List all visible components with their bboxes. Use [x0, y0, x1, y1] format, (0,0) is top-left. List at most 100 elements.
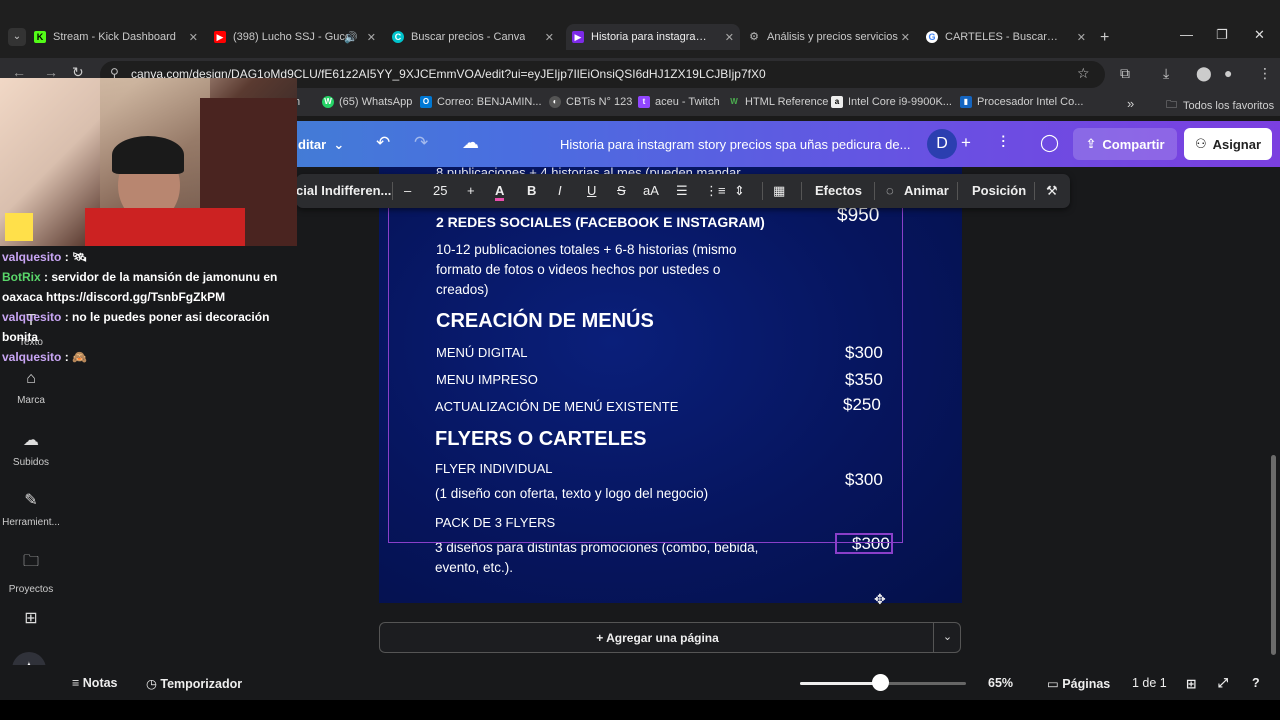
close-tab-icon[interactable]: ✕: [1077, 31, 1086, 44]
tab-canva-historia[interactable]: ▶ Historia para instagram sto ✕: [566, 24, 740, 50]
download-icon[interactable]: ⤓: [1163, 65, 1169, 82]
close-window-icon[interactable]: ✕: [1254, 27, 1265, 43]
letter-case-button[interactable]: aA: [643, 183, 659, 198]
close-tab-icon[interactable]: ✕: [725, 31, 734, 44]
bold-button[interactable]: B: [527, 183, 536, 198]
spacing-icon[interactable]: ⇕: [734, 183, 745, 199]
font-size-increase[interactable]: +: [467, 183, 475, 198]
profile-avatar-icon[interactable]: ●: [1224, 65, 1232, 81]
flyer-individual-description[interactable]: (1 diseño con oferta, texto y logo del n…: [435, 484, 775, 504]
sidebar-item-apps[interactable]: ⊞: [0, 608, 62, 628]
bookmark-html-reference[interactable]: W HTML Reference: [728, 96, 828, 108]
flyer-individual-price[interactable]: $300: [845, 470, 883, 490]
close-tab-icon[interactable]: ✕: [545, 31, 554, 44]
section-redes-title[interactable]: 2 REDES SOCIALES (FACEBOOK E INSTAGRAM): [436, 214, 765, 230]
move-handle-icon[interactable]: ✥: [874, 591, 886, 608]
position-button[interactable]: Posición: [972, 183, 1026, 198]
close-tab-icon[interactable]: ✕: [367, 31, 376, 44]
menu-kebab-icon[interactable]: ⋮: [1258, 65, 1272, 82]
bookmark-outlook[interactable]: O Correo: BENJAMIN...: [420, 96, 542, 108]
zoom-level[interactable]: 65%: [988, 676, 1013, 690]
transparency-icon[interactable]: ▦: [773, 183, 785, 199]
add-page-button[interactable]: + Agregar una página ⌄: [379, 622, 961, 653]
minimize-icon[interactable]: —: [1180, 27, 1193, 42]
person-hair: [112, 136, 184, 174]
timer-button[interactable]: ◷ Temporizador: [146, 676, 242, 691]
redes-description[interactable]: 10-12 publicaciones totales + 6-8 histor…: [436, 240, 756, 300]
fullscreen-icon[interactable]: ⤢: [1218, 676, 1228, 691]
pack-flyers-price[interactable]: $300: [852, 534, 890, 554]
tab-youtube-lucho[interactable]: ▶ (398) Lucho SSJ - Gucc 🔊 ✕: [214, 24, 382, 50]
pages-button[interactable]: ▭ Páginas: [1047, 676, 1110, 691]
flyer-individual-label[interactable]: FLYER INDIVIDUAL: [435, 461, 553, 476]
section-flyers-title[interactable]: FLYERS O CARTELES: [435, 428, 647, 451]
zoom-slider-handle[interactable]: [871, 674, 889, 691]
document-title[interactable]: Historia para instagram story precios sp…: [560, 137, 910, 152]
profile-icon[interactable]: ⬤: [1196, 65, 1212, 82]
underline-button[interactable]: U: [587, 183, 596, 198]
chevron-down-icon[interactable]: ⌄: [933, 623, 961, 652]
grid-view-icon[interactable]: ⊞: [1186, 676, 1196, 691]
menu-item[interactable]: MENU IMPRESO: [436, 372, 538, 387]
pack-flyers-description[interactable]: 3 diseños para distintas promociones (co…: [435, 538, 780, 578]
sidebar-item-marca[interactable]: ⌂ Marca: [0, 370, 62, 406]
add-collaborator-icon[interactable]: +: [961, 133, 971, 153]
font-family-dropdown[interactable]: cial Indifferen...: [296, 183, 391, 198]
font-size-decrease[interactable]: –: [404, 183, 411, 198]
avatar[interactable]: D: [927, 129, 957, 159]
menu-price[interactable]: $350: [845, 370, 883, 390]
assign-button[interactable]: ⚇ Asignar: [1184, 128, 1272, 160]
extensions-icon[interactable]: ⧉: [1120, 65, 1130, 82]
copy-style-icon[interactable]: ⚒: [1046, 183, 1058, 199]
notes-button[interactable]: ≡ Notas: [72, 676, 118, 690]
animate-icon[interactable]: ◌: [886, 183, 894, 198]
close-tab-icon[interactable]: ✕: [901, 31, 910, 44]
menu-item[interactable]: MENÚ DIGITAL: [436, 345, 528, 360]
bookmarks-overflow[interactable]: »: [1127, 96, 1134, 111]
close-tab-icon[interactable]: ✕: [189, 31, 198, 44]
bookmark-amazon-intel[interactable]: a Intel Core i9-9900K...: [831, 96, 952, 108]
share-button[interactable]: ⇪ Compartir: [1073, 128, 1177, 160]
font-size-input[interactable]: 25: [433, 183, 447, 198]
bookmark-star-icon[interactable]: ☆: [1077, 65, 1090, 82]
pack-flyers-label[interactable]: PACK DE 3 FLYERS: [435, 515, 555, 530]
restore-icon[interactable]: ❐: [1216, 27, 1228, 43]
bookmark-intel[interactable]: ▮ Procesador Intel Co...: [960, 96, 1083, 108]
undo-icon[interactable]: ↶: [376, 133, 390, 153]
tab-kick-dashboard[interactable]: K Stream - Kick Dashboard ✕: [34, 24, 204, 50]
tab-search-button[interactable]: ⌄: [8, 28, 26, 46]
tab-analisis-precios[interactable]: ⚙ Análisis y precios servicios ✕: [748, 24, 916, 50]
vertical-scrollbar[interactable]: [1271, 455, 1276, 655]
sidebar-item-proyectos[interactable]: 🗀 Proyectos: [0, 550, 62, 595]
bookmark-whatsapp[interactable]: W (65) WhatsApp: [322, 96, 412, 108]
amazon-icon: a: [831, 96, 843, 108]
comment-icon[interactable]: ◯: [1040, 133, 1059, 153]
cloud-saved-icon[interactable]: ☁: [462, 133, 479, 153]
insights-chart-icon[interactable]: ⫶: [1001, 133, 1005, 153]
menu-price[interactable]: $300: [845, 343, 883, 363]
all-favorites-folder[interactable]: 🗀 Todos los favoritos: [1166, 96, 1274, 115]
tab-canva-buscar-precios[interactable]: C Buscar precios - Canva ✕: [392, 24, 560, 50]
text-color-icon[interactable]: A: [495, 183, 505, 201]
animate-button[interactable]: Animar: [904, 183, 949, 198]
italic-button[interactable]: I: [558, 183, 562, 198]
menu-item[interactable]: ACTUALIZACIÓN DE MENÚ EXISTENTE: [435, 399, 678, 414]
audio-playing-icon[interactable]: 🔊: [344, 31, 358, 44]
price-redes[interactable]: $950: [837, 205, 879, 227]
strikethrough-button[interactable]: S: [617, 183, 626, 198]
bookmark-twitch[interactable]: t aceu - Twitch: [638, 96, 720, 108]
design-page[interactable]: 8 publicaciones + 4 historias al mes (pu…: [379, 167, 962, 603]
sidebar-item-subidos[interactable]: ☁ Subidos: [0, 430, 62, 468]
tab-carteles-google[interactable]: G CARTELES - Buscar con Go ✕: [926, 24, 1092, 50]
sidebar-item-herramientas[interactable]: ✎ Herramient...: [0, 490, 62, 528]
help-icon[interactable]: ?: [1252, 676, 1260, 690]
align-icon[interactable]: ☰: [676, 183, 688, 199]
bookmark-cbtis[interactable]: ◐ CBTis N° 123: [549, 96, 632, 108]
edit-mode-dropdown[interactable]: ditar ⌄: [298, 137, 344, 153]
new-tab-button[interactable]: +: [1100, 29, 1109, 47]
list-icon[interactable]: ⋮≡: [705, 183, 726, 199]
effects-button[interactable]: Efectos: [815, 183, 862, 198]
section-menus-title[interactable]: CREACIÓN DE MENÚS: [436, 310, 654, 333]
redo-icon[interactable]: ↷: [414, 133, 428, 153]
menu-price[interactable]: $250: [843, 395, 881, 415]
